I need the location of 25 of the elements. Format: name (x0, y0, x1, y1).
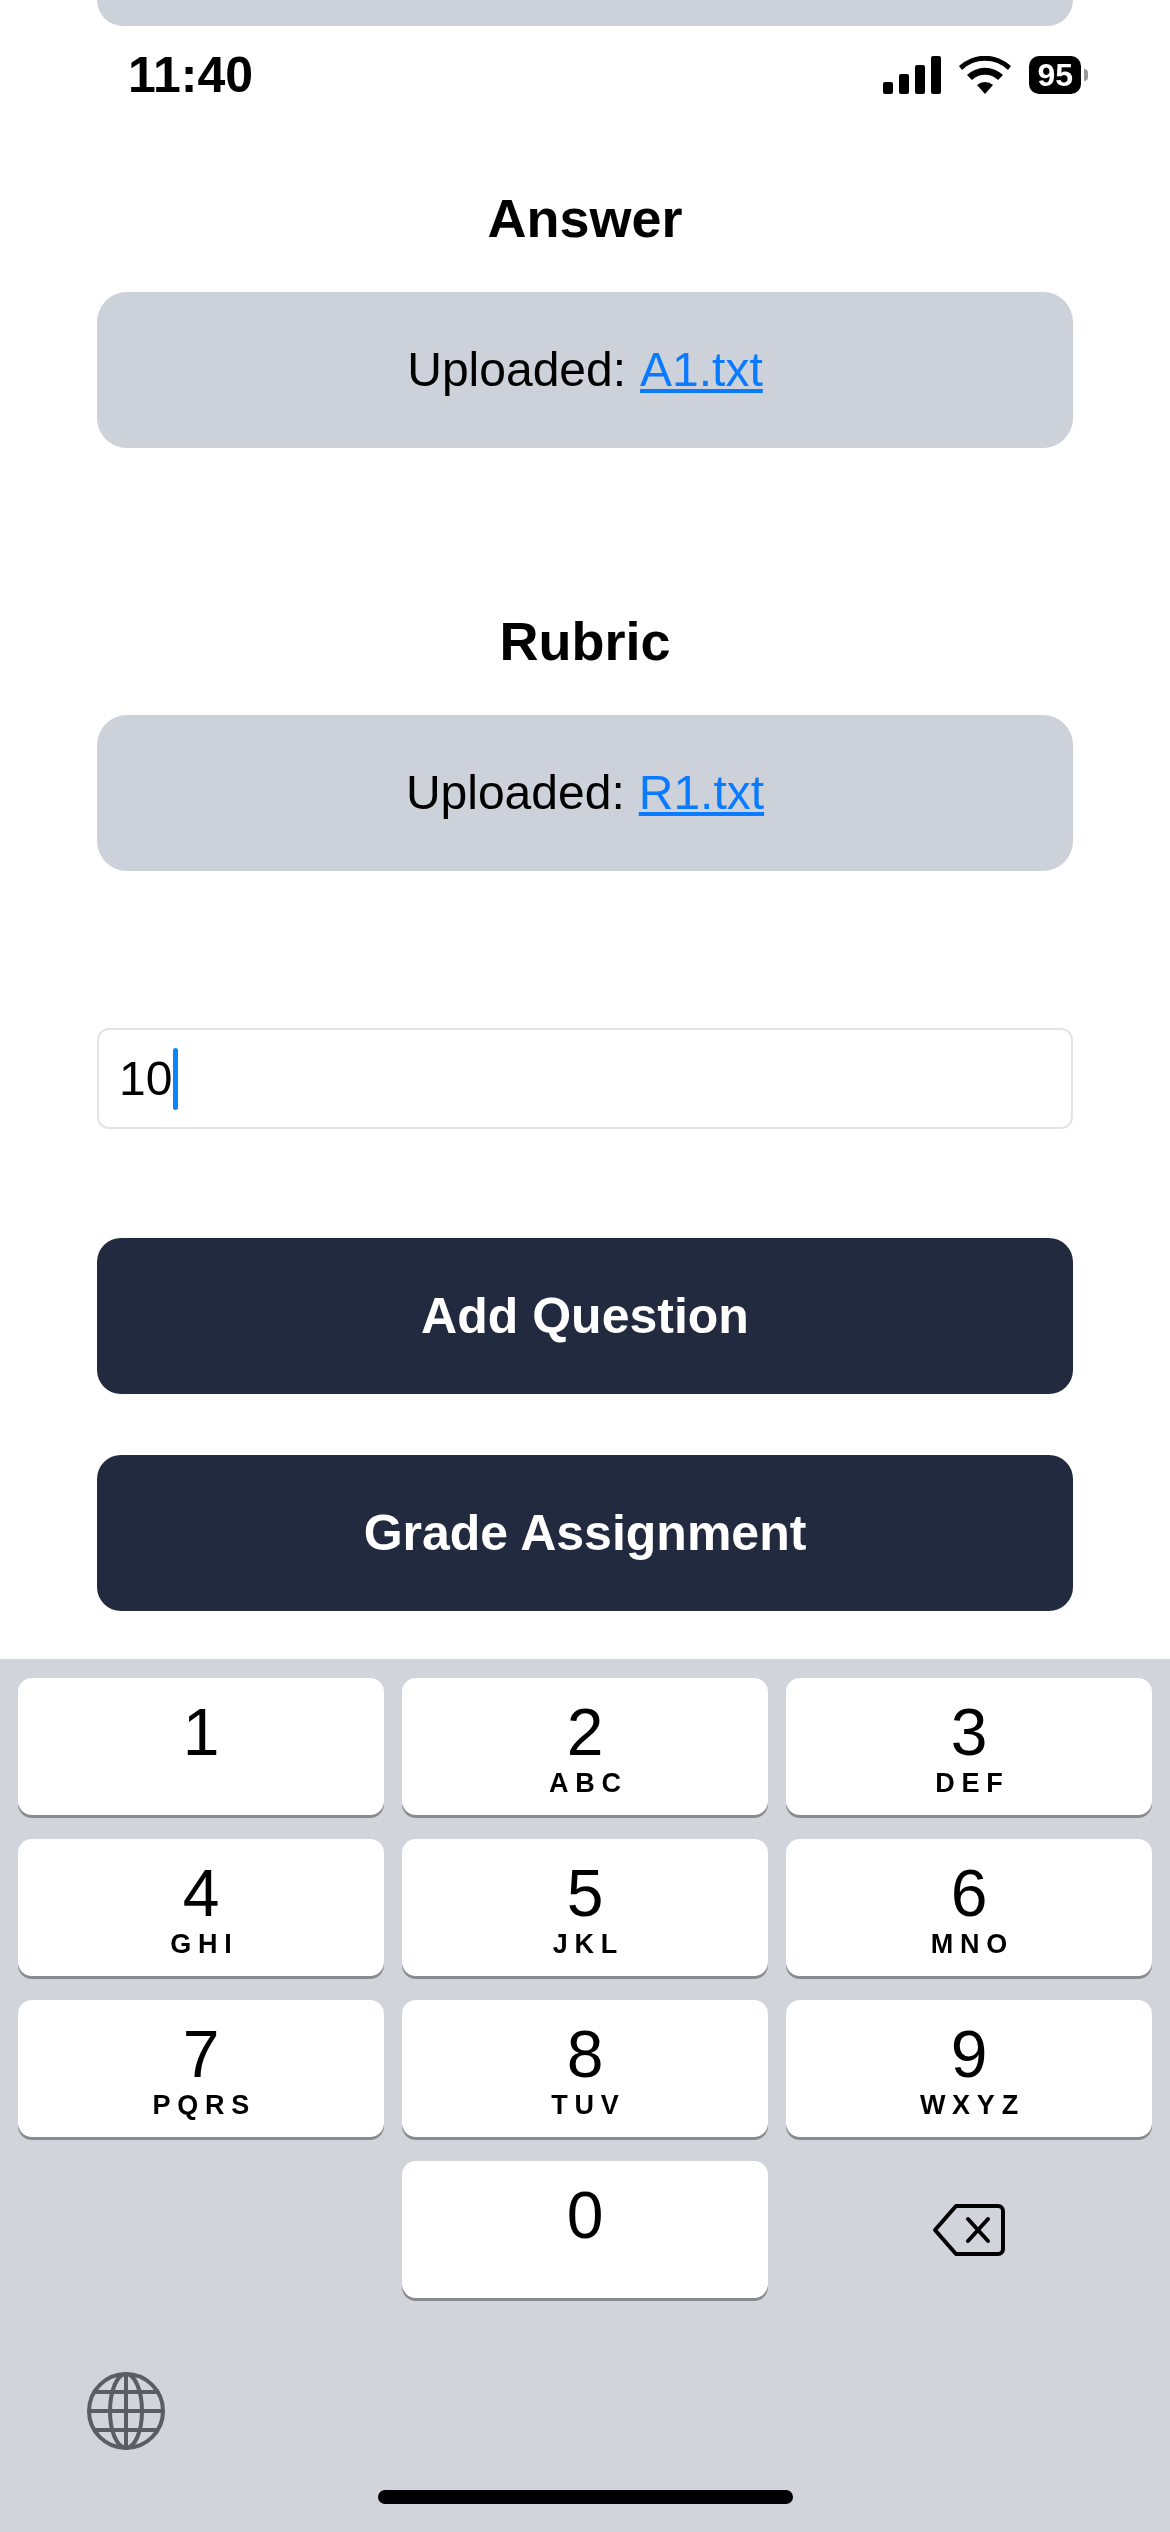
keypad-key[interactable]: 9 WXYZ (786, 2000, 1152, 2137)
action-button[interactable]: Grade Assignment (97, 1455, 1073, 1611)
upload-label: Uploaded: (405, 765, 625, 821)
keypad-key[interactable]: 1 (18, 1678, 384, 1815)
keypad-key[interactable]: 4 GHI (18, 1839, 384, 1976)
keypad-key[interactable]: 7 PQRS (18, 2000, 384, 2137)
field-value: 10 (119, 1050, 173, 1107)
battery-level: 95 (1029, 56, 1081, 94)
section-heading: Rubric (498, 610, 672, 673)
upload-label: Uploaded: (407, 342, 627, 398)
signal-icon (883, 56, 942, 94)
keypad-key[interactable]: 2 ABC (402, 1678, 768, 1815)
keypad-key[interactable]: 8 TUV (402, 2000, 768, 2137)
wifi-icon (959, 56, 1012, 94)
points-field[interactable]: 10 (97, 1028, 1073, 1129)
keypad-key[interactable]: 3 DEF (786, 1678, 1152, 1815)
keypad-key[interactable]: 5 JKL (402, 1839, 768, 1976)
globe-icon[interactable] (86, 2371, 166, 2451)
text-cursor (173, 1047, 179, 1110)
keypad-key[interactable]: 6 MNO (786, 1839, 1152, 1976)
section-heading: Answer (486, 187, 684, 250)
delete-icon (932, 2201, 1006, 2258)
action-button[interactable]: Add Question (97, 1238, 1073, 1394)
keypad-key[interactable]: 0 (402, 2161, 768, 2298)
status-time: 11:40 (128, 45, 254, 105)
